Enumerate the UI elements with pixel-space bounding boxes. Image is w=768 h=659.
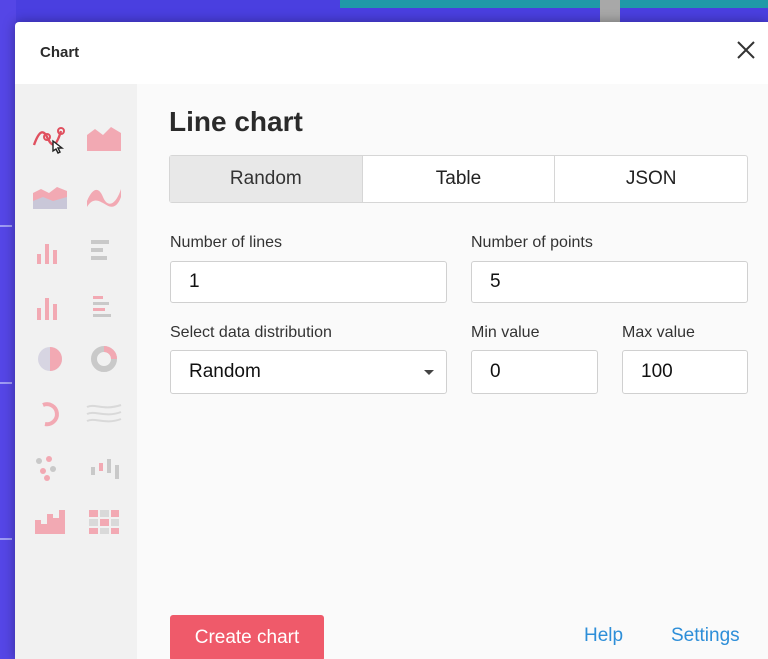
close-icon: [737, 41, 755, 59]
column-chart-icon: [37, 244, 57, 264]
chart-type-wave-area[interactable]: [85, 179, 123, 213]
data-distribution-value: Random: [189, 361, 261, 382]
chart-type-line[interactable]: [31, 121, 69, 155]
chart-type-stacked-area[interactable]: [31, 179, 69, 213]
stream-chart-icon: [86, 404, 122, 423]
chart-type-heatmap[interactable]: [85, 504, 123, 538]
tab-table[interactable]: Table: [363, 156, 556, 202]
close-button[interactable]: [732, 36, 760, 64]
create-chart-button[interactable]: Create chart: [170, 615, 324, 659]
line-chart-icon: [32, 127, 65, 154]
min-value-label: Min value: [471, 324, 540, 341]
scatter-chart-icon: [36, 456, 56, 481]
grouped-column-chart-icon: [37, 298, 57, 320]
chart-type-sidebar: [15, 84, 137, 659]
chart-type-grouped-column[interactable]: [31, 290, 69, 324]
donut-chart-icon: [91, 346, 117, 372]
background-app-edge: [0, 0, 16, 659]
histogram-chart-icon: [35, 510, 65, 534]
chart-type-grouped-bar[interactable]: [85, 290, 123, 324]
grouped-bar-chart-icon: [93, 296, 111, 317]
chart-settings-panel: Line chart Random Table JSON Number of l…: [137, 84, 768, 659]
max-value-label: Max value: [622, 324, 695, 341]
tab-random[interactable]: Random: [170, 156, 363, 202]
chart-type-histogram[interactable]: [31, 504, 69, 538]
background-line: [0, 225, 12, 227]
chart-type-pie[interactable]: [31, 342, 69, 376]
heatmap-chart-icon: [89, 510, 119, 534]
arc-chart-icon: [42, 402, 59, 427]
wave-area-chart-icon: [87, 189, 121, 207]
background-line: [0, 382, 12, 384]
help-link[interactable]: Help: [584, 625, 623, 647]
data-distribution-label: Select data distribution: [170, 324, 332, 341]
chart-type-candlestick[interactable]: [85, 451, 123, 485]
chart-type-column[interactable]: [31, 234, 69, 268]
max-value-input[interactable]: 100: [622, 350, 748, 394]
dialog-titlebar: Chart: [15, 22, 768, 84]
chart-type-scatter[interactable]: [31, 451, 69, 485]
number-of-points-input[interactable]: 5: [471, 261, 748, 303]
background-window-strip: [340, 0, 768, 8]
chart-type-heading: Line chart: [169, 106, 303, 137]
tab-json[interactable]: JSON: [555, 156, 747, 202]
number-of-points-label: Number of points: [471, 234, 593, 251]
area-chart-icon: [87, 127, 121, 151]
bar-chart-icon: [91, 240, 109, 260]
chart-type-donut[interactable]: [85, 342, 123, 376]
chart-type-arc[interactable]: [31, 397, 69, 431]
chevron-down-icon: [424, 370, 434, 375]
background-line: [0, 538, 12, 540]
chart-type-area[interactable]: [85, 121, 123, 155]
settings-link[interactable]: Settings: [671, 625, 740, 647]
dialog-title: Chart: [40, 44, 80, 61]
background-window-edge: [600, 0, 620, 24]
number-of-lines-label: Number of lines: [170, 234, 283, 251]
pie-chart-icon: [38, 347, 62, 371]
number-of-lines-input[interactable]: 1: [170, 261, 447, 303]
chart-type-stream[interactable]: [85, 397, 123, 431]
candlestick-chart-icon: [91, 459, 119, 479]
chart-dialog: Chart Line chart Random Table JSON Numbe…: [15, 22, 768, 659]
data-source-tabs: Random Table JSON: [169, 155, 748, 203]
min-value-input[interactable]: 0: [471, 350, 598, 394]
stacked-area-chart-icon: [33, 187, 67, 209]
chart-type-bar[interactable]: [85, 234, 123, 268]
data-distribution-select[interactable]: Random: [170, 350, 447, 394]
